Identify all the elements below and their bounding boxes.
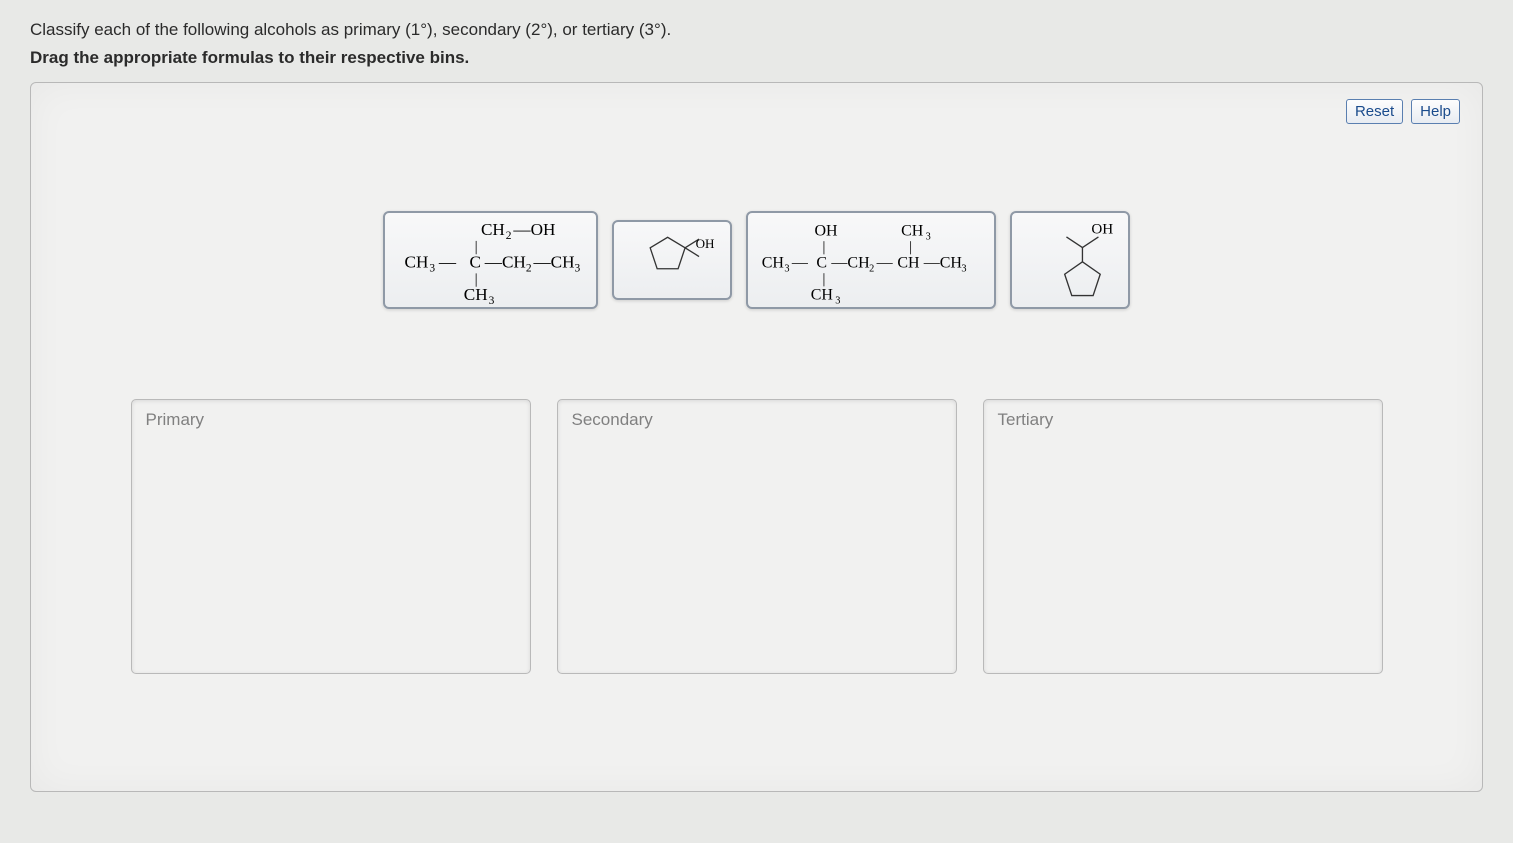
bin-secondary-label: Secondary [572,410,942,430]
svg-text:OH: OH [1091,221,1113,237]
reset-button[interactable]: Reset [1346,99,1403,124]
svg-text:CH: CH [897,255,920,272]
svg-text:—CH: —CH [532,253,574,272]
svg-text:C: C [469,253,480,272]
svg-text:3: 3 [489,295,495,304]
draggable-tiles-row: CH2—OH CH3 — C —CH2—CH3 CH3 OH OH [53,211,1460,309]
bin-secondary[interactable]: Secondary [557,399,957,674]
svg-text:—CH: —CH [484,253,526,272]
formula-tile-4[interactable]: OH [1010,211,1130,309]
question-text: Classify each of the following alcohols … [30,20,1483,40]
svg-text:—: — [438,253,457,272]
svg-text:C: C [816,255,827,272]
bin-tertiary[interactable]: Tertiary [983,399,1383,674]
svg-text:—CH: —CH [830,255,870,272]
svg-text:2: 2 [526,262,532,274]
bins-row: Primary Secondary Tertiary [53,399,1460,674]
svg-text:2: 2 [506,230,512,242]
svg-text:CH: CH [464,285,488,304]
formula-tile-2[interactable]: OH [612,220,732,300]
svg-text:CH: CH [762,255,785,272]
svg-text:—OH: —OH [512,220,555,239]
svg-text:CH: CH [405,253,429,272]
svg-text:3: 3 [926,231,931,242]
svg-text:3: 3 [429,262,435,274]
svg-text:CH: CH [901,223,924,240]
svg-text:3: 3 [784,263,789,274]
svg-text:CH: CH [811,287,834,304]
svg-text:3: 3 [961,263,966,274]
bin-tertiary-label: Tertiary [998,410,1368,430]
help-button[interactable]: Help [1411,99,1460,124]
svg-text:CH: CH [481,220,505,239]
svg-text:—: — [876,255,894,272]
instruction-text: Drag the appropriate formulas to their r… [30,48,1483,68]
formula-tile-3[interactable]: OH CH3 CH3 — C —CH2 — CH —CH3 CH3 [746,211,996,309]
svg-text:OH: OH [815,223,839,240]
svg-text:—: — [791,255,809,272]
bin-primary-label: Primary [146,410,516,430]
bin-primary[interactable]: Primary [131,399,531,674]
svg-text:3: 3 [575,262,581,274]
svg-text:—CH: —CH [923,255,963,272]
svg-text:3: 3 [835,295,840,304]
svg-text:2: 2 [869,263,874,274]
work-area: Reset Help CH2—OH CH3 — C —CH2—CH3 CH3 O [30,82,1483,792]
oh-label: OH [696,236,715,251]
formula-tile-1[interactable]: CH2—OH CH3 — C —CH2—CH3 CH3 [383,211,598,309]
